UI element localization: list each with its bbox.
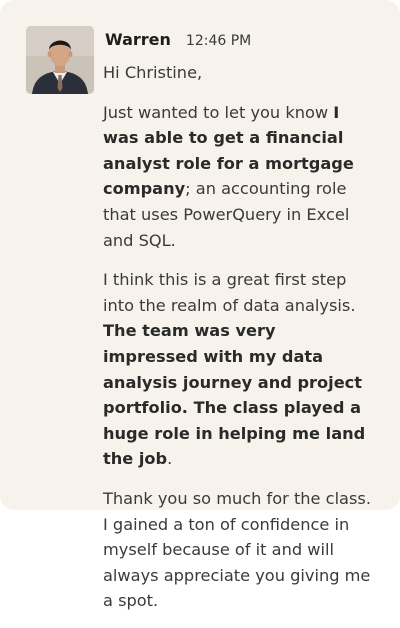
message-paragraph-3: Thank you so much for the class. I gaine… <box>103 486 371 614</box>
message-header: Warren 12:46 PM <box>105 30 251 54</box>
paragraph-2-text-a: I think this is a great first step into … <box>103 270 356 315</box>
avatar[interactable] <box>26 26 94 94</box>
message-card: Warren 12:46 PM Hi Christine, Just wante… <box>0 0 400 610</box>
message-paragraph-1: Just wanted to let you know I was able t… <box>103 100 371 254</box>
message-greeting: Hi Christine, <box>103 63 203 82</box>
paragraph-1-text-a: Just wanted to let you know <box>103 102 334 122</box>
message-timestamp[interactable]: 12:46 PM <box>186 33 251 49</box>
message-paragraph-2: I think this is a great first step into … <box>103 267 371 472</box>
paragraph-2-text-c: . <box>167 449 173 469</box>
message-body: Hi Christine, Just wanted to let you kno… <box>103 60 371 628</box>
user-photo-icon <box>26 26 94 94</box>
sender-name[interactable]: Warren <box>105 30 171 49</box>
paragraph-3-text: Thank you so much for the class. I gaine… <box>103 488 371 611</box>
paragraph-2-bold-text: The team was very impressed with my data… <box>103 321 366 469</box>
